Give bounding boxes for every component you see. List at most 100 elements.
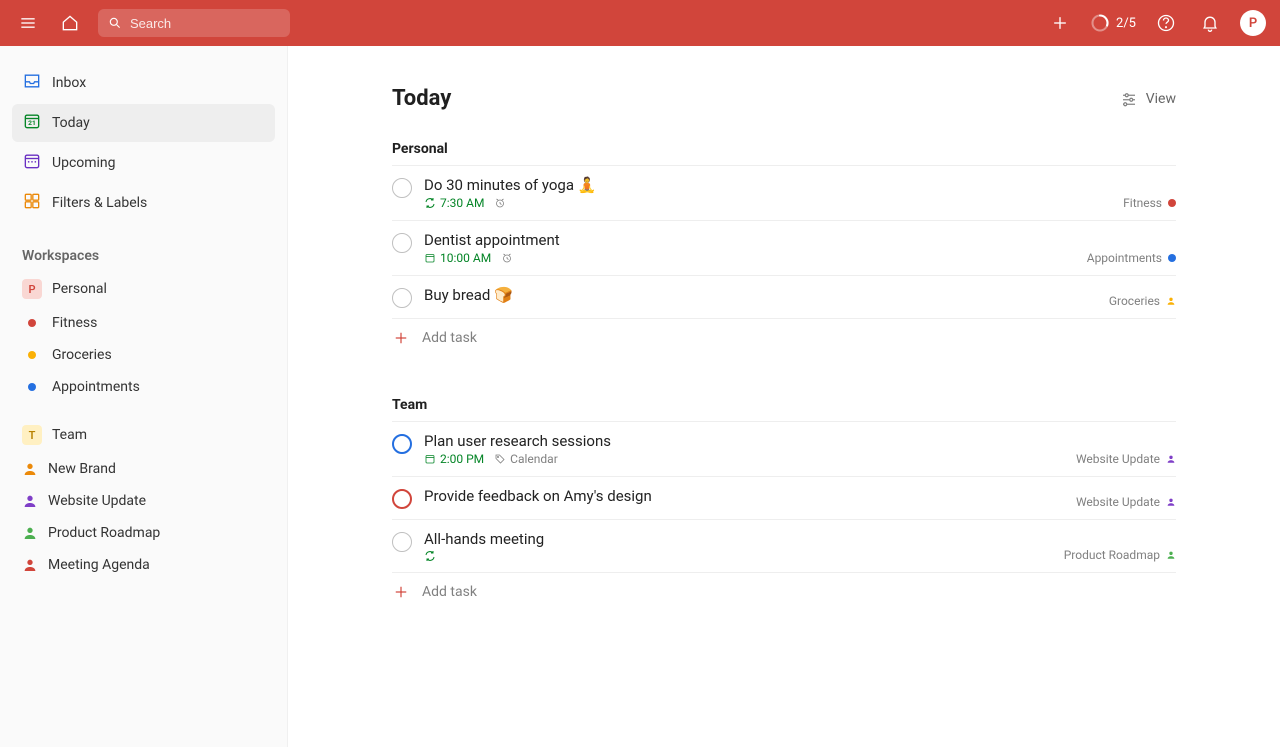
add-task-button[interactable]: Add task xyxy=(392,319,1176,357)
section-title: Personal xyxy=(392,141,1176,157)
task-row[interactable]: Do 30 minutes of yoga 🧘 7:30 AM Fitness xyxy=(392,166,1176,221)
person-icon xyxy=(1166,497,1176,507)
person-icon xyxy=(22,525,38,541)
avatar[interactable]: P xyxy=(1240,10,1266,36)
task-checkbox[interactable] xyxy=(392,178,412,198)
view-button[interactable]: View xyxy=(1120,90,1176,108)
task-project[interactable]: Website Update xyxy=(1076,452,1176,466)
task-row[interactable]: Plan user research sessions2:00 PMCalend… xyxy=(392,422,1176,477)
workspace-team[interactable]: T Team xyxy=(12,418,275,452)
project-label: Fitness xyxy=(52,315,97,331)
productivity-button[interactable]: 2/5 xyxy=(1090,13,1136,33)
task-checkbox[interactable] xyxy=(392,233,412,253)
workspace-label: Personal xyxy=(52,281,107,297)
project-label: Website Update xyxy=(48,493,146,509)
person-icon xyxy=(1166,296,1176,306)
nav-inbox[interactable]: Inbox xyxy=(12,64,275,102)
task-title: All-hands meeting xyxy=(424,530,1052,548)
task-title: Provide feedback on Amy's design xyxy=(424,487,1064,505)
sliders-icon xyxy=(1120,90,1138,108)
task-title: Buy bread 🍞 xyxy=(424,286,1097,304)
progress-count: 2/5 xyxy=(1116,16,1136,31)
task-project-label: Website Update xyxy=(1076,495,1160,509)
project-item[interactable]: Groceries xyxy=(12,340,275,370)
project-label: New Brand xyxy=(48,461,116,477)
task-meta xyxy=(424,550,1052,562)
workspace-badge: P xyxy=(22,279,42,299)
workspace-personal[interactable]: P Personal xyxy=(12,272,275,306)
nav-today[interactable]: 21 Today xyxy=(12,104,275,142)
calendar-icon xyxy=(424,453,436,465)
home-button[interactable] xyxy=(56,9,84,37)
add-task-label: Add task xyxy=(422,584,477,600)
task-meta: 7:30 AM xyxy=(424,196,1111,210)
recurring-icon xyxy=(424,550,436,562)
nav-label: Inbox xyxy=(52,75,86,91)
add-button[interactable] xyxy=(1046,9,1074,37)
task-row[interactable]: Dentist appointment 10:00 AM Appointments xyxy=(392,221,1176,276)
project-item[interactable]: Appointments xyxy=(12,372,275,402)
task-checkbox[interactable] xyxy=(392,532,412,552)
task-project[interactable]: Website Update xyxy=(1076,495,1176,509)
task-project[interactable]: Groceries xyxy=(1109,294,1176,308)
calendar-icon xyxy=(424,252,436,264)
person-icon xyxy=(1166,454,1176,464)
task-project-label: Website Update xyxy=(1076,452,1160,466)
task-row[interactable]: Buy bread 🍞 Groceries xyxy=(392,276,1176,319)
search-input[interactable] xyxy=(130,16,280,31)
project-item[interactable]: Fitness xyxy=(12,308,275,338)
nav-label: Today xyxy=(52,115,90,131)
person-icon xyxy=(22,461,38,477)
alarm-icon xyxy=(501,252,513,264)
nav-upcoming[interactable]: Upcoming xyxy=(12,144,275,182)
view-label: View xyxy=(1146,91,1176,107)
task-project[interactable]: Appointments xyxy=(1087,251,1176,265)
nav-label: Upcoming xyxy=(52,155,116,171)
project-color-dot xyxy=(28,383,36,391)
task-project-label: Appointments xyxy=(1087,251,1162,265)
task-title: Plan user research sessions xyxy=(424,432,1064,450)
task-checkbox[interactable] xyxy=(392,288,412,308)
workspaces-header: Workspaces xyxy=(12,240,275,272)
task-project-label: Fitness xyxy=(1123,196,1162,210)
task-meta: 10:00 AM xyxy=(424,251,1075,265)
sidebar: Inbox 21 Today Upcoming Filters & Labels… xyxy=(0,46,288,747)
upcoming-icon xyxy=(22,151,42,175)
today-icon: 21 xyxy=(22,111,42,135)
help-button[interactable] xyxy=(1152,9,1180,37)
search-box[interactable] xyxy=(98,9,290,37)
task-checkbox[interactable] xyxy=(392,434,412,454)
task-row[interactable]: Provide feedback on Amy's design Website … xyxy=(392,477,1176,520)
task-project[interactable]: Fitness xyxy=(1123,196,1176,210)
project-label: Meeting Agenda xyxy=(48,557,150,573)
progress-ring-icon xyxy=(1090,13,1110,33)
project-color-dot xyxy=(1168,199,1176,207)
project-color-dot xyxy=(1168,254,1176,262)
nav-filters[interactable]: Filters & Labels xyxy=(12,184,275,222)
tag-icon xyxy=(494,453,506,465)
menu-button[interactable] xyxy=(14,9,42,37)
task-title: Do 30 minutes of yoga 🧘 xyxy=(424,176,1111,194)
notifications-button[interactable] xyxy=(1196,9,1224,37)
add-task-button[interactable]: Add task xyxy=(392,573,1176,611)
topbar: 2/5 P xyxy=(0,0,1280,46)
task-title: Dentist appointment xyxy=(424,231,1075,249)
search-icon xyxy=(108,15,122,31)
person-icon xyxy=(1166,550,1176,560)
project-label: Product Roadmap xyxy=(48,525,160,541)
project-item[interactable]: New Brand xyxy=(12,454,275,484)
svg-text:21: 21 xyxy=(28,119,36,127)
section-title: Team xyxy=(392,397,1176,413)
recurring-icon xyxy=(424,197,436,209)
task-project[interactable]: Product Roadmap xyxy=(1064,548,1176,562)
project-item[interactable]: Website Update xyxy=(12,486,275,516)
add-task-label: Add task xyxy=(422,330,477,346)
task-list: Plan user research sessions2:00 PMCalend… xyxy=(392,421,1176,611)
task-checkbox[interactable] xyxy=(392,489,412,509)
project-item[interactable]: Product Roadmap xyxy=(12,518,275,548)
inbox-icon xyxy=(22,71,42,95)
task-row[interactable]: All-hands meeting Product Roadmap xyxy=(392,520,1176,573)
project-color-dot xyxy=(28,351,36,359)
filters-icon xyxy=(22,191,42,215)
project-item[interactable]: Meeting Agenda xyxy=(12,550,275,580)
